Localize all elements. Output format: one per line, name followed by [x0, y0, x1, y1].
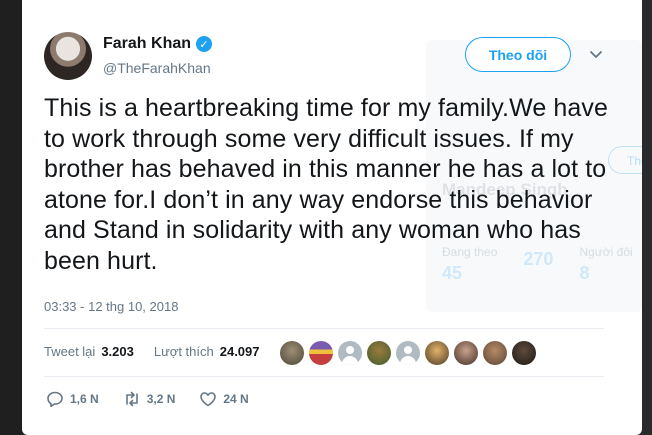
backdrop-right — [642, 0, 652, 435]
author-name-row[interactable]: Farah Khan ✓ — [103, 35, 213, 53]
author-name[interactable]: Farah Khan — [103, 35, 191, 53]
liker-avatar[interactable] — [338, 341, 362, 365]
reply-count: 1,6 N — [70, 392, 99, 406]
liker-avatar[interactable] — [425, 341, 449, 365]
chevron-down-icon[interactable] — [586, 44, 606, 64]
reply-button[interactable]: 1,6 N — [46, 390, 99, 408]
divider — [44, 328, 604, 329]
likes-stat-value[interactable]: 24.097 — [220, 344, 260, 359]
backdrop-left — [0, 0, 22, 435]
liker-avatar[interactable] — [454, 341, 478, 365]
retweet-count: 3,2 N — [146, 392, 176, 406]
retweet-icon — [125, 391, 138, 407]
like-button[interactable]: 24 N — [199, 390, 249, 408]
heart-icon — [200, 392, 217, 407]
tweet-actions: 1,6 N 3,2 N 24 N — [46, 390, 273, 408]
likes-stat-label[interactable]: Lượt thích — [154, 344, 214, 359]
liker-avatar[interactable] — [280, 341, 304, 365]
tweet-timestamp[interactable]: 03:33 - 12 thg 10, 2018 — [44, 299, 178, 314]
retweets-stat-value[interactable]: 3.203 — [101, 344, 134, 359]
liker-avatar[interactable] — [483, 341, 507, 365]
tweet-text: This is a heartbreaking time for my fami… — [44, 94, 608, 275]
divider — [44, 376, 604, 377]
tweet-card: The Mandeep Singh Đang theo 45 270 Người… — [22, 0, 642, 435]
follow-button[interactable]: Theo dõi — [465, 37, 571, 72]
retweet-button[interactable]: 3,2 N — [123, 390, 176, 408]
liker-avatar[interactable] — [309, 341, 333, 365]
author-avatar[interactable] — [44, 32, 92, 80]
liker-avatar[interactable] — [396, 341, 420, 365]
retweets-stat-label[interactable]: Tweet lại — [44, 344, 95, 359]
author-handle[interactable]: @TheFarahKhan — [103, 60, 211, 76]
verified-badge-icon: ✓ — [196, 36, 213, 52]
liker-avatar[interactable] — [367, 341, 391, 365]
liker-avatar[interactable] — [512, 341, 536, 365]
reply-icon — [47, 391, 63, 408]
liker-avatars — [280, 341, 536, 365]
tweet-stats: Tweet lại 3.203 Lượt thích 24.097 — [44, 344, 260, 359]
like-count: 24 N — [223, 392, 249, 406]
